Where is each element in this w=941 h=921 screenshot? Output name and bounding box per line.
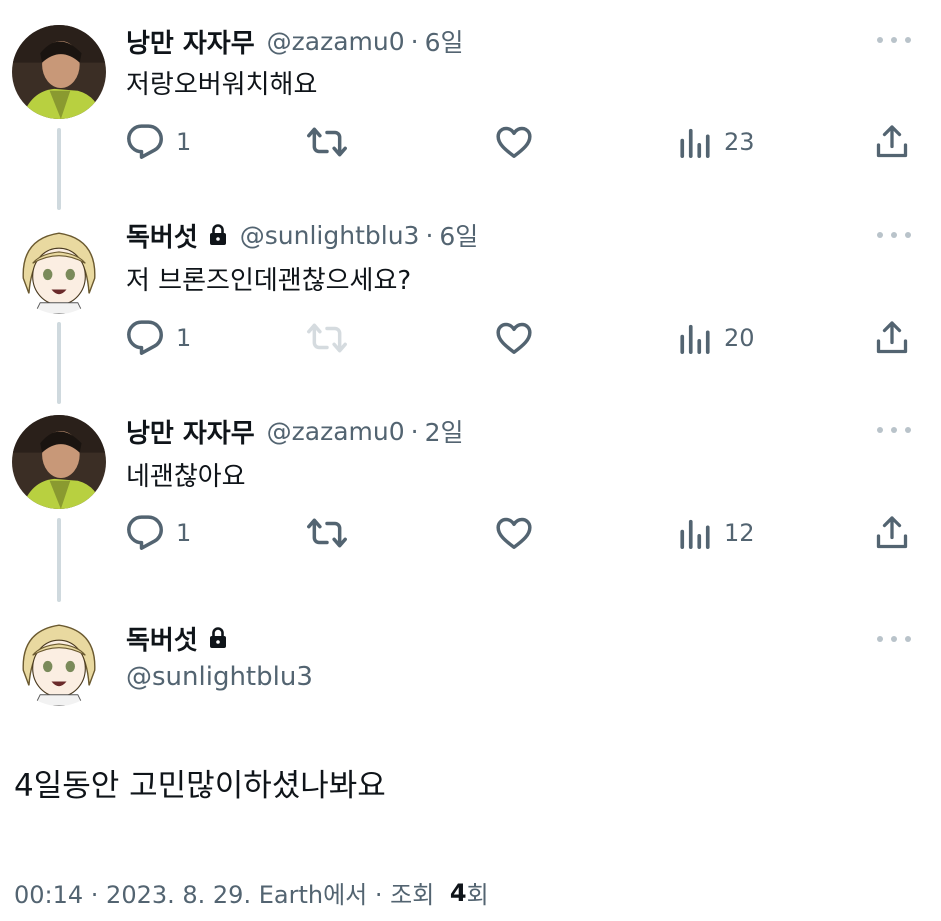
share-button[interactable] bbox=[874, 513, 910, 553]
ellipsis-icon bbox=[877, 37, 883, 43]
action-bar: 1 12 bbox=[126, 513, 916, 553]
tweet-text: 저 브론즈인데괜찮으세요? bbox=[126, 266, 412, 296]
views-button[interactable]: 23 bbox=[678, 122, 755, 162]
tweet-text: 네괜찮아요 bbox=[126, 462, 246, 492]
avatar[interactable] bbox=[12, 612, 106, 706]
ellipsis-icon bbox=[905, 427, 911, 433]
more-options-button[interactable] bbox=[877, 634, 911, 644]
reply-count: 1 bbox=[176, 324, 192, 352]
ellipsis-icon bbox=[877, 636, 883, 642]
tweet-text: 4일동안 고민많이하셨나봐요 bbox=[14, 768, 386, 804]
reply-header: 낭만 자자무 @zazamu0 · 2일 bbox=[126, 412, 464, 450]
views-count: 4 bbox=[449, 878, 467, 907]
speech-bubble-icon bbox=[127, 320, 163, 355]
retweet-arrows-icon bbox=[307, 127, 347, 157]
tweet-meta: 00:14 · 2023. 8. 29. Earth에서 · 조회 4 회 bbox=[14, 875, 489, 910]
avatar[interactable] bbox=[12, 415, 106, 509]
views-count: 20 bbox=[724, 324, 755, 352]
like-button[interactable] bbox=[494, 318, 534, 358]
retweet-button[interactable] bbox=[306, 122, 348, 162]
retweet-button-disabled bbox=[306, 318, 348, 358]
ellipsis-icon bbox=[905, 232, 911, 238]
ellipsis-icon bbox=[905, 37, 911, 43]
timestamp[interactable]: 6일 bbox=[425, 23, 464, 59]
share-button[interactable] bbox=[874, 318, 910, 358]
thread-line bbox=[57, 518, 61, 602]
speech-bubble-icon bbox=[127, 124, 163, 159]
lock-icon bbox=[208, 224, 228, 246]
reply-button[interactable]: 1 bbox=[126, 513, 191, 553]
avatar-illustration bbox=[12, 612, 106, 706]
more-options-button[interactable] bbox=[877, 35, 911, 45]
timestamp[interactable]: 2일 bbox=[425, 413, 464, 449]
separator-dot: · bbox=[410, 26, 419, 56]
thread-line bbox=[57, 128, 61, 210]
ellipsis-icon bbox=[891, 636, 897, 642]
timestamp-source[interactable]: 00:14 · 2023. 8. 29. Earth에서 · 조회 bbox=[14, 875, 442, 910]
avatar-photo bbox=[12, 415, 106, 509]
upload-arrow-icon bbox=[876, 125, 908, 158]
more-options-button[interactable] bbox=[877, 425, 911, 435]
main-author-row: 독버섯 bbox=[126, 618, 228, 658]
ellipsis-icon bbox=[877, 232, 883, 238]
ellipsis-icon bbox=[891, 37, 897, 43]
timestamp[interactable]: 6일 bbox=[439, 217, 478, 253]
reply-button[interactable]: 1 bbox=[126, 318, 191, 358]
separator-dot: · bbox=[410, 416, 419, 446]
author-name[interactable]: 독버섯 bbox=[126, 620, 198, 657]
author-handle[interactable]: @zazamu0 bbox=[267, 417, 405, 446]
lock-icon bbox=[208, 627, 228, 649]
thread-line bbox=[57, 322, 61, 404]
author-name[interactable]: 독버섯 bbox=[126, 217, 198, 254]
like-button[interactable] bbox=[494, 122, 534, 162]
reply-count: 1 bbox=[176, 128, 192, 156]
reply-header: 낭만 자자무 @zazamu0 · 6일 bbox=[126, 22, 464, 60]
speech-bubble-icon bbox=[127, 515, 163, 550]
avatar[interactable] bbox=[12, 220, 106, 314]
views-button[interactable]: 12 bbox=[678, 513, 755, 553]
ellipsis-icon bbox=[877, 427, 883, 433]
reply-header: 독버섯 @sunlightblu3 · 6일 bbox=[126, 216, 478, 254]
retweet-arrows-icon bbox=[307, 518, 347, 548]
views-button[interactable]: 20 bbox=[678, 318, 755, 358]
share-button[interactable] bbox=[874, 122, 910, 162]
reply-count: 1 bbox=[176, 519, 192, 547]
views-label: 회 bbox=[466, 881, 489, 909]
tweet-text: 저랑오버워치해요 bbox=[126, 70, 318, 100]
bar-chart-icon bbox=[680, 324, 710, 355]
action-bar: 1 23 bbox=[126, 122, 916, 162]
views-count: 12 bbox=[724, 519, 755, 547]
ellipsis-icon bbox=[891, 232, 897, 238]
author-handle[interactable]: @sunlightblu3 bbox=[126, 662, 313, 692]
heart-icon bbox=[496, 126, 532, 158]
avatar-illustration bbox=[12, 220, 106, 314]
avatar-photo bbox=[12, 25, 106, 119]
more-options-button[interactable] bbox=[877, 230, 911, 240]
action-bar: 1 20 bbox=[126, 318, 916, 358]
like-button[interactable] bbox=[494, 513, 534, 553]
avatar[interactable] bbox=[12, 25, 106, 119]
author-handle[interactable]: @zazamu0 bbox=[267, 27, 405, 56]
ellipsis-icon bbox=[905, 636, 911, 642]
bar-chart-icon bbox=[680, 519, 710, 550]
upload-arrow-icon bbox=[876, 321, 908, 354]
retweet-button[interactable] bbox=[306, 513, 348, 553]
heart-icon bbox=[496, 517, 532, 549]
retweet-arrows-icon bbox=[307, 323, 347, 353]
ellipsis-icon bbox=[891, 427, 897, 433]
reply-button[interactable]: 1 bbox=[126, 122, 191, 162]
heart-icon bbox=[496, 322, 532, 354]
author-handle[interactable]: @sunlightblu3 bbox=[240, 221, 420, 250]
author-name[interactable]: 낭만 자자무 bbox=[126, 23, 255, 60]
bar-chart-icon bbox=[680, 128, 710, 159]
upload-arrow-icon bbox=[876, 516, 908, 549]
separator-dot: · bbox=[425, 220, 434, 250]
author-name[interactable]: 낭만 자자무 bbox=[126, 413, 255, 450]
views-count: 23 bbox=[724, 128, 755, 156]
